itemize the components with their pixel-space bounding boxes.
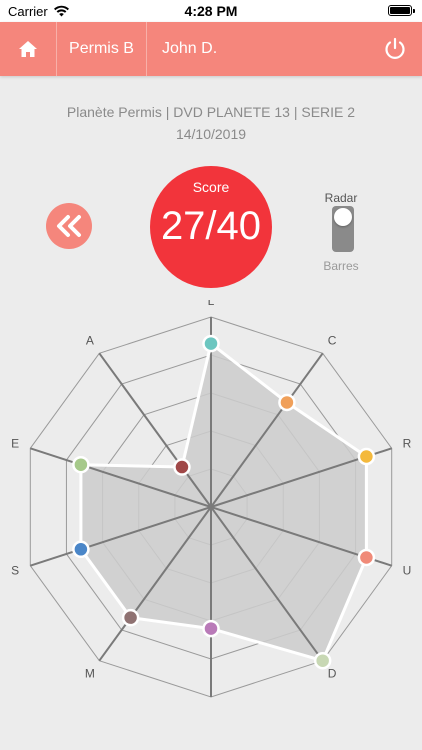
- radar-axis-label-D: D: [328, 667, 337, 681]
- clock: 4:28 PM: [184, 3, 238, 19]
- battery-icon: [388, 5, 415, 16]
- view-toggle-switch[interactable]: [332, 206, 354, 252]
- radar-point-P: [202, 619, 220, 638]
- score-badge: Score 27/40: [150, 166, 272, 288]
- home-icon: [19, 41, 37, 57]
- permis-button[interactable]: Permis B: [57, 22, 146, 76]
- bars-option-label[interactable]: Barres: [306, 259, 376, 273]
- double-chevron-left-icon: [57, 215, 81, 237]
- radar-axis-label-L: L: [208, 300, 215, 308]
- radar-chart: LCRUDPMSEA: [11, 300, 412, 698]
- logout-button[interactable]: [382, 36, 408, 62]
- radar-axis-label-A: A: [86, 333, 94, 347]
- exam-date: 14/10/2019: [175, 126, 247, 142]
- radar-axis-label-E: E: [11, 436, 19, 450]
- radar-axis-label-U: U: [403, 564, 412, 578]
- status-bar: Carrier 4:28 PM: [0, 0, 422, 22]
- nav-divider: [146, 22, 147, 76]
- radar-option-label[interactable]: Radar: [306, 191, 376, 205]
- radar-point-E: [72, 455, 90, 474]
- radar-point-C: [278, 393, 296, 412]
- radar-point-M: [121, 608, 140, 627]
- home-button[interactable]: [0, 22, 56, 76]
- top-navbar: Permis B John D.: [0, 22, 422, 76]
- radar-axis-label-C: C: [328, 333, 337, 347]
- exam-title: Planète Permis | DVD PLANETE 13 | SERIE …: [66, 104, 356, 120]
- user-button[interactable]: John D.: [162, 22, 217, 76]
- toggle-knob: [334, 208, 352, 226]
- score-label: Score: [192, 179, 230, 195]
- score-value: 27/40: [160, 204, 262, 248]
- power-icon: [385, 37, 405, 59]
- radar-point-L: [202, 334, 220, 353]
- radar-point-U: [357, 548, 376, 567]
- back-button[interactable]: [46, 203, 92, 249]
- radar-axis-label-R: R: [403, 436, 412, 450]
- radar-point-S: [72, 540, 90, 559]
- radar-point-A: [173, 458, 191, 476]
- radar-axis-label-S: S: [11, 564, 19, 578]
- radar-axis-label-M: M: [85, 667, 95, 681]
- radar-point-R: [357, 447, 376, 466]
